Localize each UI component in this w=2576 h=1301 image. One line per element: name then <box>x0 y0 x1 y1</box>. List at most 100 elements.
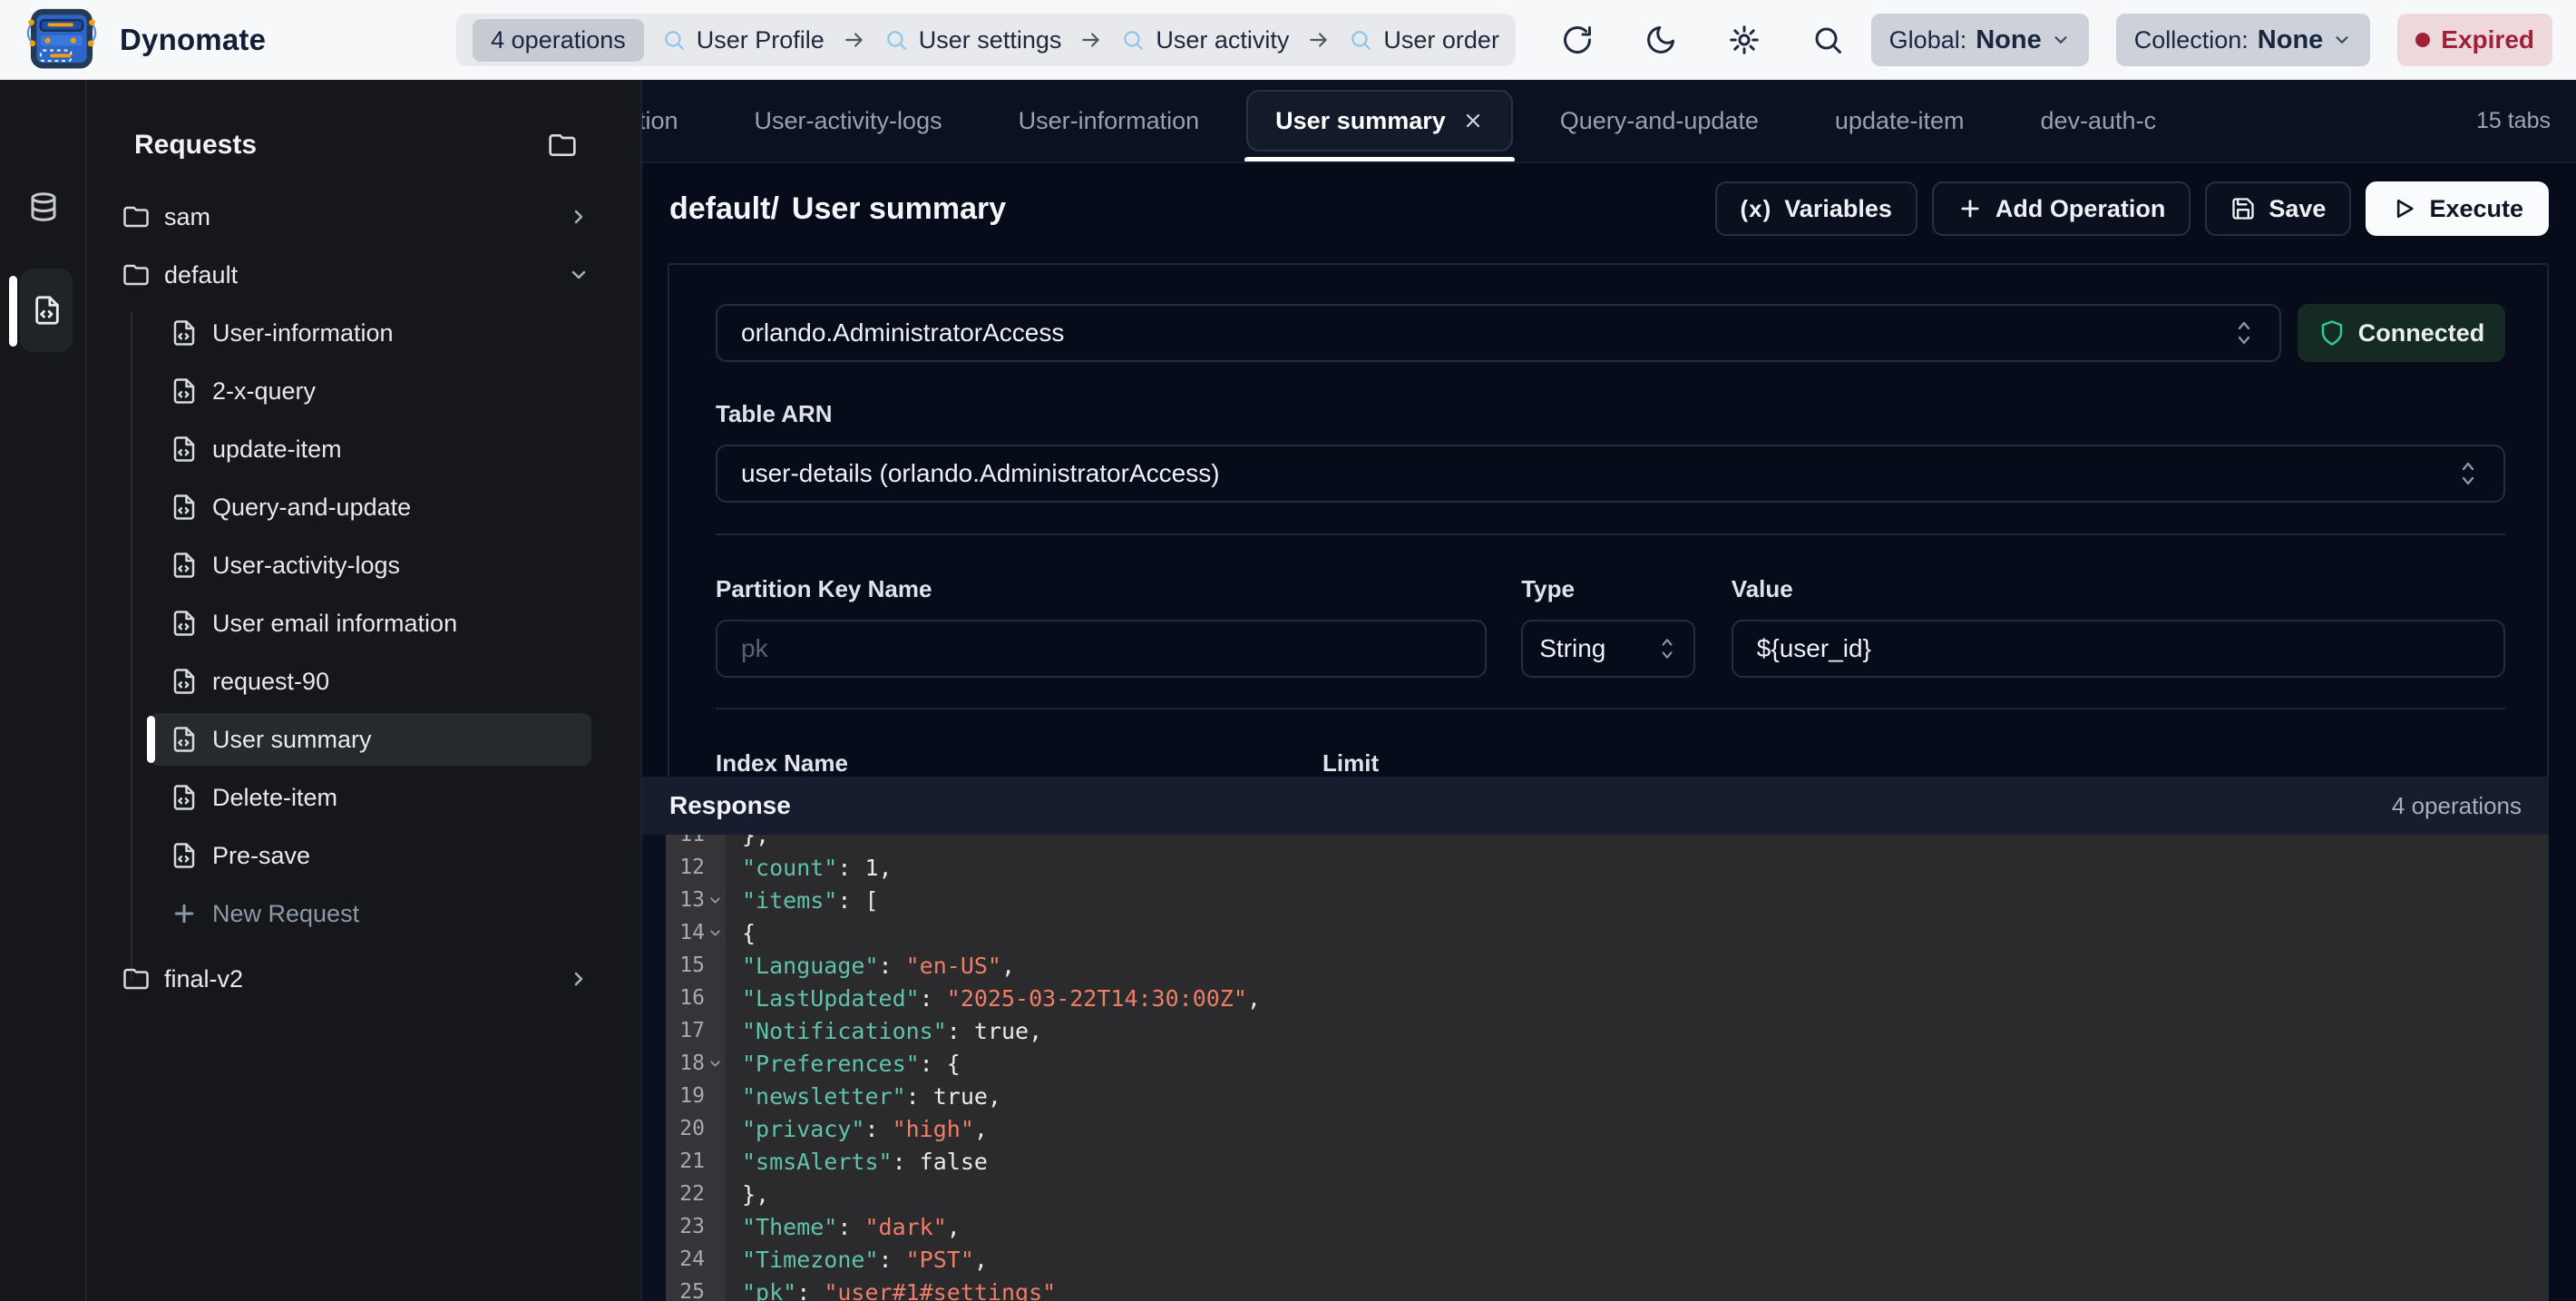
breadcrumb-item[interactable]: User settings <box>884 26 1062 54</box>
dark-mode-moon-icon[interactable] <box>1644 24 1677 56</box>
settings-gear-icon[interactable] <box>1728 24 1761 56</box>
folder-icon <box>122 261 150 289</box>
breadcrumb-item[interactable]: User activity <box>1121 26 1289 54</box>
sidebar-item-user-summary[interactable]: User summary <box>89 710 640 768</box>
breadcrumb: 4 operations User ProfileUser settingsUs… <box>456 14 1516 66</box>
sidebar-item-pre-save[interactable]: Pre-save <box>89 827 640 885</box>
table-arn-select[interactable]: user-details (orlando.AdministratorAcces… <box>716 445 2505 503</box>
app-logo-icon <box>24 7 100 73</box>
sidebar-folder-sam[interactable]: sam <box>89 188 640 246</box>
tab-user-summary[interactable]: User summary <box>1246 90 1513 152</box>
breadcrumb-item[interactable]: User order <box>1349 26 1499 54</box>
connection-select[interactable]: orlando.AdministratorAccess <box>716 304 2281 362</box>
rail-active-indicator <box>9 276 17 347</box>
add-operation-button[interactable]: Add Operation <box>1932 181 2191 236</box>
fold-chevron-icon <box>707 1056 723 1071</box>
refresh-icon[interactable] <box>1561 24 1594 56</box>
tab-label: tion <box>642 107 678 135</box>
tab-update-item[interactable]: update-item <box>1797 80 2003 161</box>
tab-dev-auth-c[interactable]: dev-auth-c <box>2003 80 2195 161</box>
partition-key-input[interactable] <box>716 620 1487 678</box>
line-number: 20 <box>666 1112 726 1145</box>
search-icon <box>1121 28 1145 52</box>
sidebar-new-request[interactable]: New Request <box>89 885 640 943</box>
variables-button[interactable]: (x) Variables <box>1715 181 1917 236</box>
search-icon[interactable] <box>1811 24 1844 56</box>
sidebar-item-user-email-information[interactable]: User email information <box>89 594 640 652</box>
connected-status-badge: Connected <box>2298 304 2505 362</box>
file-code-icon <box>171 842 198 869</box>
code-token-key: "count" <box>742 855 837 881</box>
sidebar-item-request-90[interactable]: request-90 <box>89 652 640 710</box>
file-code-icon <box>171 377 198 405</box>
search-icon <box>884 28 908 52</box>
sidebar-item-user-information[interactable]: User-information <box>89 304 640 362</box>
tab-tion[interactable]: tion <box>642 80 717 161</box>
code-token-plain: : <box>796 1279 824 1301</box>
select-updown-icon <box>2232 318 2256 348</box>
tab-user-information[interactable]: User-information <box>981 80 1238 161</box>
tab-user-activity-logs[interactable]: User-activity-logs <box>717 80 981 161</box>
breadcrumb-label: User activity <box>1156 26 1289 54</box>
fold-chevron-icon <box>707 925 723 941</box>
line-number-value: 24 <box>679 1247 705 1271</box>
value-input[interactable] <box>1732 620 2505 678</box>
requests-file-code-icon[interactable] <box>32 295 63 326</box>
response-header: Response 4 operations <box>642 777 2549 835</box>
sidebar-folder-final-v2[interactable]: final-v2 <box>89 950 640 1008</box>
value-label: Value <box>1732 575 2505 603</box>
sidebar-item-label: update-item <box>212 435 342 464</box>
sidebar-item-user-activity-logs[interactable]: User-activity-logs <box>89 536 640 594</box>
fold-spacer <box>707 860 723 875</box>
sidebar-item-2-x-query[interactable]: 2-x-query <box>89 362 640 420</box>
code-token-plain: , <box>1247 985 1261 1012</box>
icon-rail <box>0 80 87 1301</box>
connection-value: orlando.AdministratorAccess <box>741 318 1064 347</box>
selected-item-indicator <box>147 716 155 763</box>
code-token-str: "2025-03-22T14:30:00Z" <box>947 985 1247 1012</box>
sidebar-folder-default[interactable]: default <box>89 246 640 304</box>
play-icon <box>2391 196 2416 221</box>
section-divider <box>716 708 2505 709</box>
type-value: String <box>1539 634 1605 663</box>
line-number: 17 <box>666 1014 726 1047</box>
breadcrumb-label: User settings <box>919 26 1062 54</box>
new-folder-icon[interactable] <box>548 131 577 160</box>
type-select[interactable]: String <box>1521 620 1695 678</box>
fold-chevron-icon <box>707 893 723 908</box>
collection-selector[interactable]: Collection:None <box>2116 14 2371 66</box>
line-number: 19 <box>666 1080 726 1112</box>
save-button[interactable]: Save <box>2205 181 2351 236</box>
folder-icon <box>122 965 150 993</box>
code-token-str: "PST" <box>906 1247 974 1273</box>
main-area: tion User-activity-logsUser-information Us… <box>640 80 2576 1301</box>
sidebar-item-label: Query-and-update <box>212 494 411 522</box>
page-title: default/ User summary <box>669 191 1006 227</box>
fold-spacer <box>707 1154 723 1169</box>
sidebar-item-query-and-update[interactable]: Query-and-update <box>89 478 640 536</box>
sidebar-item-update-item[interactable]: update-item <box>89 420 640 478</box>
code-gutter: 111213141516171819202122232425 <box>666 835 726 1301</box>
tab-label: User summary <box>1275 107 1446 135</box>
code-token-plain: , <box>947 1214 961 1240</box>
file-code-icon <box>171 726 198 753</box>
global-selector[interactable]: Global:None <box>1871 14 2089 66</box>
tab-query-and-update[interactable]: Query-and-update <box>1522 80 1797 161</box>
code-token-plain: : <box>879 953 906 979</box>
execute-button[interactable]: Execute <box>2366 181 2549 236</box>
sidebar-item-label: User summary <box>212 726 372 754</box>
sidebar-item-delete-item[interactable]: Delete-item <box>89 768 640 827</box>
database-icon[interactable] <box>27 191 60 223</box>
code-token-plain: }, <box>742 835 769 848</box>
breadcrumb-item[interactable]: User Profile <box>662 26 825 54</box>
title-name: User summary <box>792 191 1006 227</box>
file-code-icon <box>171 552 198 579</box>
code-token-key: "Preferences" <box>742 1051 920 1077</box>
expired-status-badge[interactable]: Expired <box>2397 14 2552 66</box>
operation-card: orlando.AdministratorAccess Connected Ta… <box>668 263 2549 777</box>
tab-label: dev-auth-c <box>2041 107 2157 135</box>
code-token-key: "privacy" <box>742 1116 864 1142</box>
sidebar-item-label: default <box>164 261 238 289</box>
line-number: 16 <box>666 982 726 1014</box>
response-code-viewer[interactable]: 111213141516171819202122232425 }, "count… <box>642 835 2549 1301</box>
